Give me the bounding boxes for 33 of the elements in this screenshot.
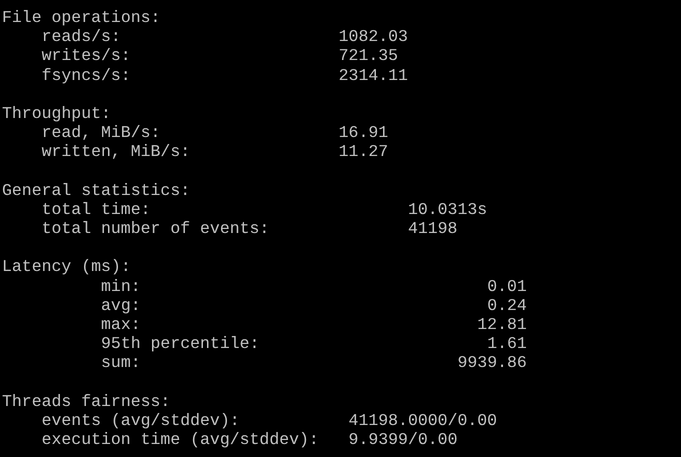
stat-label: sum: [101,353,141,372]
stat-value: 41198.0000/0.00 [348,410,498,430]
stat-label: fsyncs/s: [42,66,131,85]
stat-label: 95th percentile: [101,334,260,354]
stat-label: reads/s: [42,27,121,46]
section-title: Latency (ms): [2,257,131,276]
section-title: General statistics: [2,180,190,200]
stat-value: 9939.86 [457,353,527,373]
stat-label: total time: [42,200,151,219]
stat-value: 12.81 [477,315,527,334]
stat-label: execution time (avg/stddev): [42,430,319,450]
stat-value: 10.0313s [408,200,488,220]
stat-label: avg: [101,296,141,315]
stat-label: writes/s: [42,46,131,66]
stat-value: 41198 [408,219,458,238]
stat-label: min: [101,276,141,296]
stat-label: events (avg/stddev): [42,410,240,430]
stat-value: 11.27 [338,142,388,162]
stat-label: read, MiB/s: [42,123,160,142]
stat-value: 721.35 [338,46,398,66]
stat-value: 1082.03 [338,27,408,46]
stat-value: 2314.11 [338,66,408,85]
stat-label: written, MiB/s: [42,142,190,162]
stat-label: total number of events: [42,219,270,238]
stat-value: 0.24 [487,296,527,316]
stat-label: max: [101,315,141,334]
stat-value: 9.9399/0.00 [348,430,458,450]
stat-value: 0.01 [487,276,527,296]
section-title: Threads fairness: [2,392,170,411]
stat-value: 16.91 [338,123,388,142]
section-title: Throughput: [2,104,111,123]
section-title: File operations: [2,8,160,27]
stat-value: 1.61 [487,334,527,354]
